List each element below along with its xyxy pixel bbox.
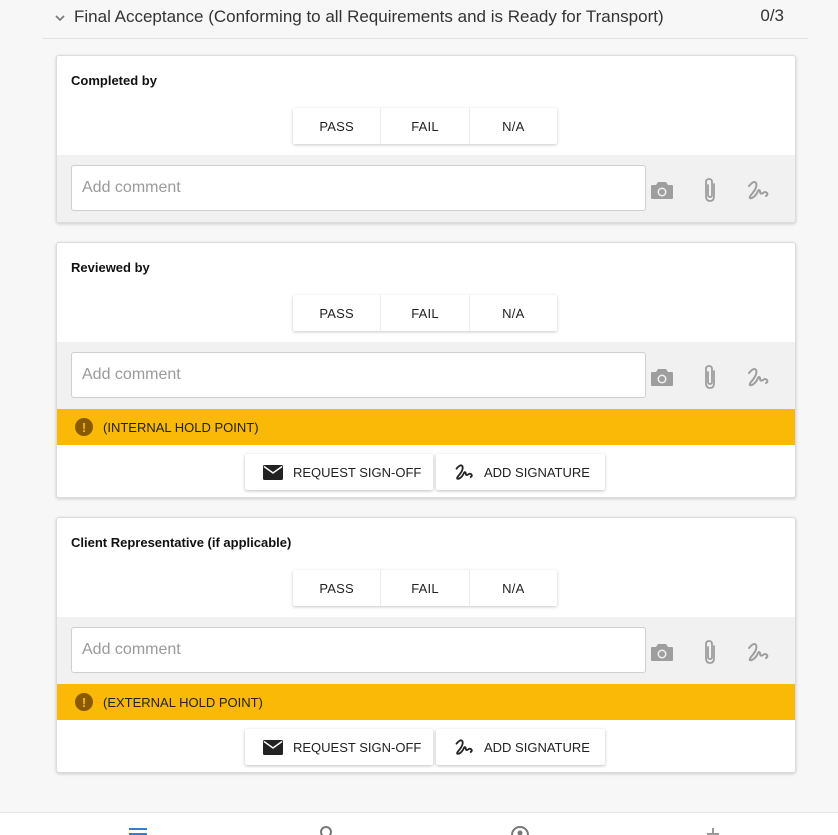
signature-icon[interactable] xyxy=(745,177,771,203)
na-button[interactable]: N/A xyxy=(469,570,557,606)
add-signature-label: ADD SIGNATURE xyxy=(484,740,590,755)
warning-icon: ! xyxy=(75,418,93,436)
pass-fail-na-group: PASS FAIL N/A xyxy=(293,108,557,144)
comment-input[interactable] xyxy=(71,165,646,211)
signature-icon[interactable] xyxy=(745,364,771,390)
warning-icon: ! xyxy=(75,693,93,711)
add-signature-label: ADD SIGNATURE xyxy=(484,465,590,480)
checklist-card-completed-by: Completed by PASS FAIL N/A xyxy=(56,55,796,223)
na-button[interactable]: N/A xyxy=(469,295,557,331)
checklist-card-client-representative: Client Representative (if applicable) PA… xyxy=(56,517,796,773)
comment-row xyxy=(57,617,795,684)
card-title: Reviewed by xyxy=(71,260,150,275)
plus-icon[interactable] xyxy=(702,823,724,835)
signature-icon[interactable] xyxy=(745,639,771,665)
hold-point-label: (EXTERNAL HOLD POINT) xyxy=(103,695,263,710)
card-title: Client Representative (if applicable) xyxy=(71,535,291,550)
na-button[interactable]: N/A xyxy=(469,108,557,144)
menu-icon[interactable] xyxy=(127,823,149,835)
camera-icon[interactable] xyxy=(649,639,675,665)
add-signature-button[interactable]: ADD SIGNATURE xyxy=(436,729,605,765)
pass-fail-na-group: PASS FAIL N/A xyxy=(293,570,557,606)
bottom-nav xyxy=(0,812,838,835)
paperclip-icon[interactable] xyxy=(697,177,723,203)
signature-icon xyxy=(454,737,474,757)
hold-point-banner: ! (EXTERNAL HOLD POINT) xyxy=(57,684,795,720)
checklist-card-reviewed-by: Reviewed by PASS FAIL N/A ! (INTERNAL HO… xyxy=(56,242,796,498)
request-sign-off-button[interactable]: REQUEST SIGN-OFF xyxy=(245,729,433,765)
search-icon[interactable] xyxy=(315,823,337,835)
camera-icon[interactable] xyxy=(649,177,675,203)
pass-button[interactable]: PASS xyxy=(293,570,380,606)
pass-fail-na-group: PASS FAIL N/A xyxy=(293,295,557,331)
fail-button[interactable]: FAIL xyxy=(380,570,468,606)
sync-icon[interactable] xyxy=(509,823,531,835)
comment-row xyxy=(57,155,795,222)
section-title: Final Acceptance (Conforming to all Requ… xyxy=(74,7,664,27)
comment-row xyxy=(57,342,795,409)
request-sign-off-label: REQUEST SIGN-OFF xyxy=(293,465,421,480)
request-sign-off-label: REQUEST SIGN-OFF xyxy=(293,740,421,755)
pass-button[interactable]: PASS xyxy=(293,295,380,331)
camera-icon[interactable] xyxy=(649,364,675,390)
fail-button[interactable]: FAIL xyxy=(380,295,468,331)
envelope-icon xyxy=(263,465,283,480)
hold-point-banner: ! (INTERNAL HOLD POINT) xyxy=(57,409,795,445)
card-title: Completed by xyxy=(71,73,157,88)
completion-count: 0/3 xyxy=(760,6,784,26)
fail-button[interactable]: FAIL xyxy=(380,108,468,144)
paperclip-icon[interactable] xyxy=(697,639,723,665)
hold-point-label: (INTERNAL HOLD POINT) xyxy=(103,420,259,435)
paperclip-icon[interactable] xyxy=(697,364,723,390)
request-sign-off-button[interactable]: REQUEST SIGN-OFF xyxy=(245,454,433,490)
signature-icon xyxy=(454,462,474,482)
comment-input[interactable] xyxy=(71,627,646,673)
pass-button[interactable]: PASS xyxy=(293,108,380,144)
section-header[interactable]: Final Acceptance (Conforming to all Requ… xyxy=(42,0,808,39)
add-signature-button[interactable]: ADD SIGNATURE xyxy=(436,454,605,490)
comment-input[interactable] xyxy=(71,352,646,398)
envelope-icon xyxy=(263,740,283,755)
chevron-down-icon[interactable] xyxy=(54,11,66,23)
